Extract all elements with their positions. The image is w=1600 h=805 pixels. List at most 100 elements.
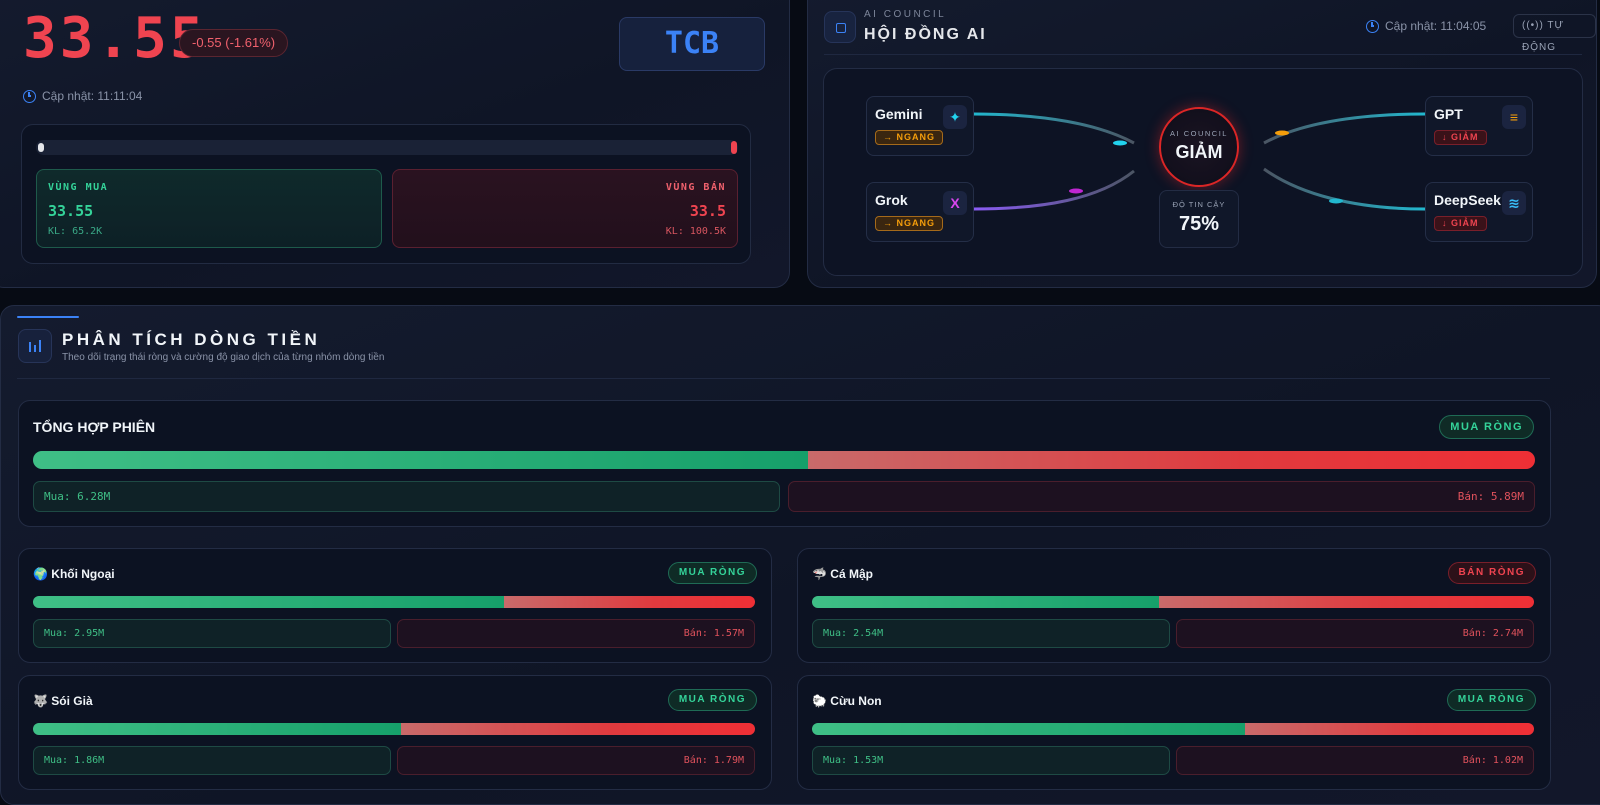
group-sell-amount: Bán: 1.79M xyxy=(397,746,755,775)
pulse-dot xyxy=(1113,140,1127,146)
sell-bar-segment xyxy=(504,596,755,608)
pulse-dot xyxy=(1275,130,1289,136)
clock-icon xyxy=(1366,19,1379,33)
model-signal-badge: → NGANG xyxy=(875,130,943,145)
model-signal-badge: ↓ GIẢM xyxy=(1434,216,1487,231)
section-accent xyxy=(17,316,79,318)
group-flow-bar xyxy=(33,596,755,608)
flow-group-sharks: 🦈 Cá Mập BÁN RÒNG Mua: 2.54M Bán: 2.74M xyxy=(797,548,1551,663)
link-deepseek xyxy=(1263,167,1426,211)
model-card-gpt[interactable]: GPT ≡ ↓ GIẢM xyxy=(1425,96,1533,156)
sell-zone-title: VÙNG BÁN xyxy=(665,182,726,193)
session-title: TỔNG HỢP PHIÊN xyxy=(33,419,156,435)
money-flow-section: PHÂN TÍCH DÒNG TIỀN Theo dõi trạng thái … xyxy=(0,305,1600,805)
group-buy-amount: Mua: 2.95M xyxy=(33,619,391,648)
confidence-label: ĐỘ TIN CẬY xyxy=(1172,200,1226,209)
buy-zone: VÙNG MUA 33.55 KL: 65.2K xyxy=(36,169,382,248)
session-buy-amount: Mua: 6.28M xyxy=(33,481,780,512)
bar-chart-icon xyxy=(18,329,52,363)
group-buy-amount: Mua: 2.54M xyxy=(812,619,1170,648)
ai-council-title: HỘI ĐỒNG AI xyxy=(864,26,987,43)
group-flow-bar xyxy=(812,596,1534,608)
link-gpt xyxy=(1263,112,1426,145)
session-summary: TỔNG HỢP PHIÊN MUA RÒNG Mua: 6.28M Bán: … xyxy=(18,400,1551,527)
ai-council-eyebrow: AI COUNCIL xyxy=(864,9,947,20)
group-sell-amount: Bán: 1.57M xyxy=(397,619,755,648)
flow-group-retail: 🐑 Cừu Non MUA RÒNG Mua: 1.53M Bán: 1.02M xyxy=(797,675,1551,790)
layers-icon: ≋ xyxy=(1502,191,1526,215)
group-flow-bar xyxy=(812,723,1534,735)
link-grok xyxy=(972,169,1135,211)
sell-zone: VÙNG BÁN 33.5 KL: 100.5K xyxy=(392,169,738,248)
sell-bar-segment xyxy=(1159,596,1534,608)
session-status-badge: MUA RÒNG xyxy=(1439,415,1534,439)
price-range-track xyxy=(36,140,738,155)
model-card-grok[interactable]: Grok X → NGANG xyxy=(866,182,974,242)
confidence-value: 75% xyxy=(1178,213,1220,235)
order-depth-panel: VÙNG MUA 33.55 KL: 65.2K VÙNG BÁN 33.5 K… xyxy=(21,124,751,264)
sell-bar-segment xyxy=(400,723,755,735)
group-title: 🐑 Cừu Non xyxy=(812,694,882,708)
model-signal-badge: → NGANG xyxy=(875,216,943,231)
buy-zone-title: VÙNG MUA xyxy=(48,182,109,193)
price-change-badge: -0.55 (-1.61%) xyxy=(179,29,289,57)
chip-icon xyxy=(824,11,856,43)
link-gemini xyxy=(972,112,1135,145)
group-flow-bar xyxy=(33,723,755,735)
confidence-box: ĐỘ TIN CẬY 75% xyxy=(1159,190,1239,248)
sell-zone-volume: KL: 100.5K xyxy=(665,226,726,237)
ticker-symbol[interactable]: TCB xyxy=(619,17,765,71)
sell-bar-segment xyxy=(1245,723,1534,735)
group-buy-amount: Mua: 1.86M xyxy=(33,746,391,775)
session-flow-bar xyxy=(33,451,1535,469)
price-update-label: Cập nhật: 11:11:04 xyxy=(42,89,143,103)
price-update-time: Cập nhật: 11:11:04 xyxy=(23,89,142,103)
pulse-dot xyxy=(1069,188,1083,194)
group-status-badge: MUA RÒNG xyxy=(667,562,757,584)
group-status-badge: BÁN RÒNG xyxy=(1447,562,1536,584)
clock-icon xyxy=(23,89,36,103)
buy-bar-segment xyxy=(812,596,1160,608)
model-card-deepseek[interactable]: DeepSeek ≋ ↓ GIẢM xyxy=(1425,182,1533,242)
x-logo-icon: X xyxy=(943,191,967,215)
verdict-value: GIẢM xyxy=(1175,142,1223,162)
buy-bar-segment xyxy=(33,723,401,735)
sell-bar-segment xyxy=(808,451,1535,469)
sparkle-icon: ✦ xyxy=(943,105,967,129)
group-title: 🦈 Cá Mập xyxy=(812,567,873,581)
buy-bar-segment xyxy=(812,723,1246,735)
group-title: 🐺 Sói Già xyxy=(33,694,93,708)
range-high-marker xyxy=(731,141,737,154)
model-card-gemini[interactable]: Gemini ✦ → NGANG xyxy=(866,96,974,156)
group-status-badge: MUA RÒNG xyxy=(667,689,757,711)
flow-group-old-wolves: 🐺 Sói Già MUA RÒNG Mua: 1.86M Bán: 1.79M xyxy=(18,675,772,790)
group-sell-amount: Bán: 2.74M xyxy=(1176,619,1534,648)
divider xyxy=(17,378,1550,379)
ai-council-card: AI COUNCIL HỘI ĐỒNG AI Cập nhật: 11:04:0… xyxy=(807,0,1597,288)
sell-zone-price: 33.5 xyxy=(689,202,726,220)
buy-zone-volume: KL: 65.2K xyxy=(48,226,103,237)
verdict-eyebrow: AI COUNCIL xyxy=(1170,129,1228,138)
group-title: 🌍 Khối Ngoại xyxy=(33,567,115,581)
pulse-dot xyxy=(1329,198,1343,204)
flow-title: PHÂN TÍCH DÒNG TIỀN xyxy=(62,330,321,349)
auto-mode-toggle[interactable]: ((•)) TỰ ĐỘNG xyxy=(1513,14,1596,53)
group-buy-amount: Mua: 1.53M xyxy=(812,746,1170,775)
buy-zone-price: 33.55 xyxy=(48,202,94,220)
flow-group-foreign: 🌍 Khối Ngoại MUA RÒNG Mua: 2.95M Bán: 1.… xyxy=(18,548,772,663)
buy-bar-segment xyxy=(33,451,809,469)
ai-council-stage: Gemini ✦ → NGANG Grok X → NGANG GPT ≡ ↓ … xyxy=(823,68,1583,276)
price-card: 33.55 -0.55 (-1.61%) TCB Cập nhật: 11:11… xyxy=(0,0,790,288)
ai-update-label: Cập nhật: 11:04:05 xyxy=(1385,19,1487,33)
ai-update-time: Cập nhật: 11:04:05 xyxy=(1366,19,1486,33)
range-low-marker xyxy=(38,143,44,152)
model-signal-badge: ↓ GIẢM xyxy=(1434,130,1487,145)
session-sell-amount: Bán: 5.89M xyxy=(788,481,1535,512)
divider xyxy=(824,54,1582,55)
chat-icon: ≡ xyxy=(1502,105,1526,129)
group-sell-amount: Bán: 1.02M xyxy=(1176,746,1534,775)
group-status-badge: MUA RÒNG xyxy=(1446,689,1536,711)
flow-subtitle: Theo dõi trạng thái ròng và cường độ gia… xyxy=(62,352,385,363)
council-verdict: AI COUNCIL GIẢM xyxy=(1159,107,1239,187)
buy-bar-segment xyxy=(33,596,505,608)
